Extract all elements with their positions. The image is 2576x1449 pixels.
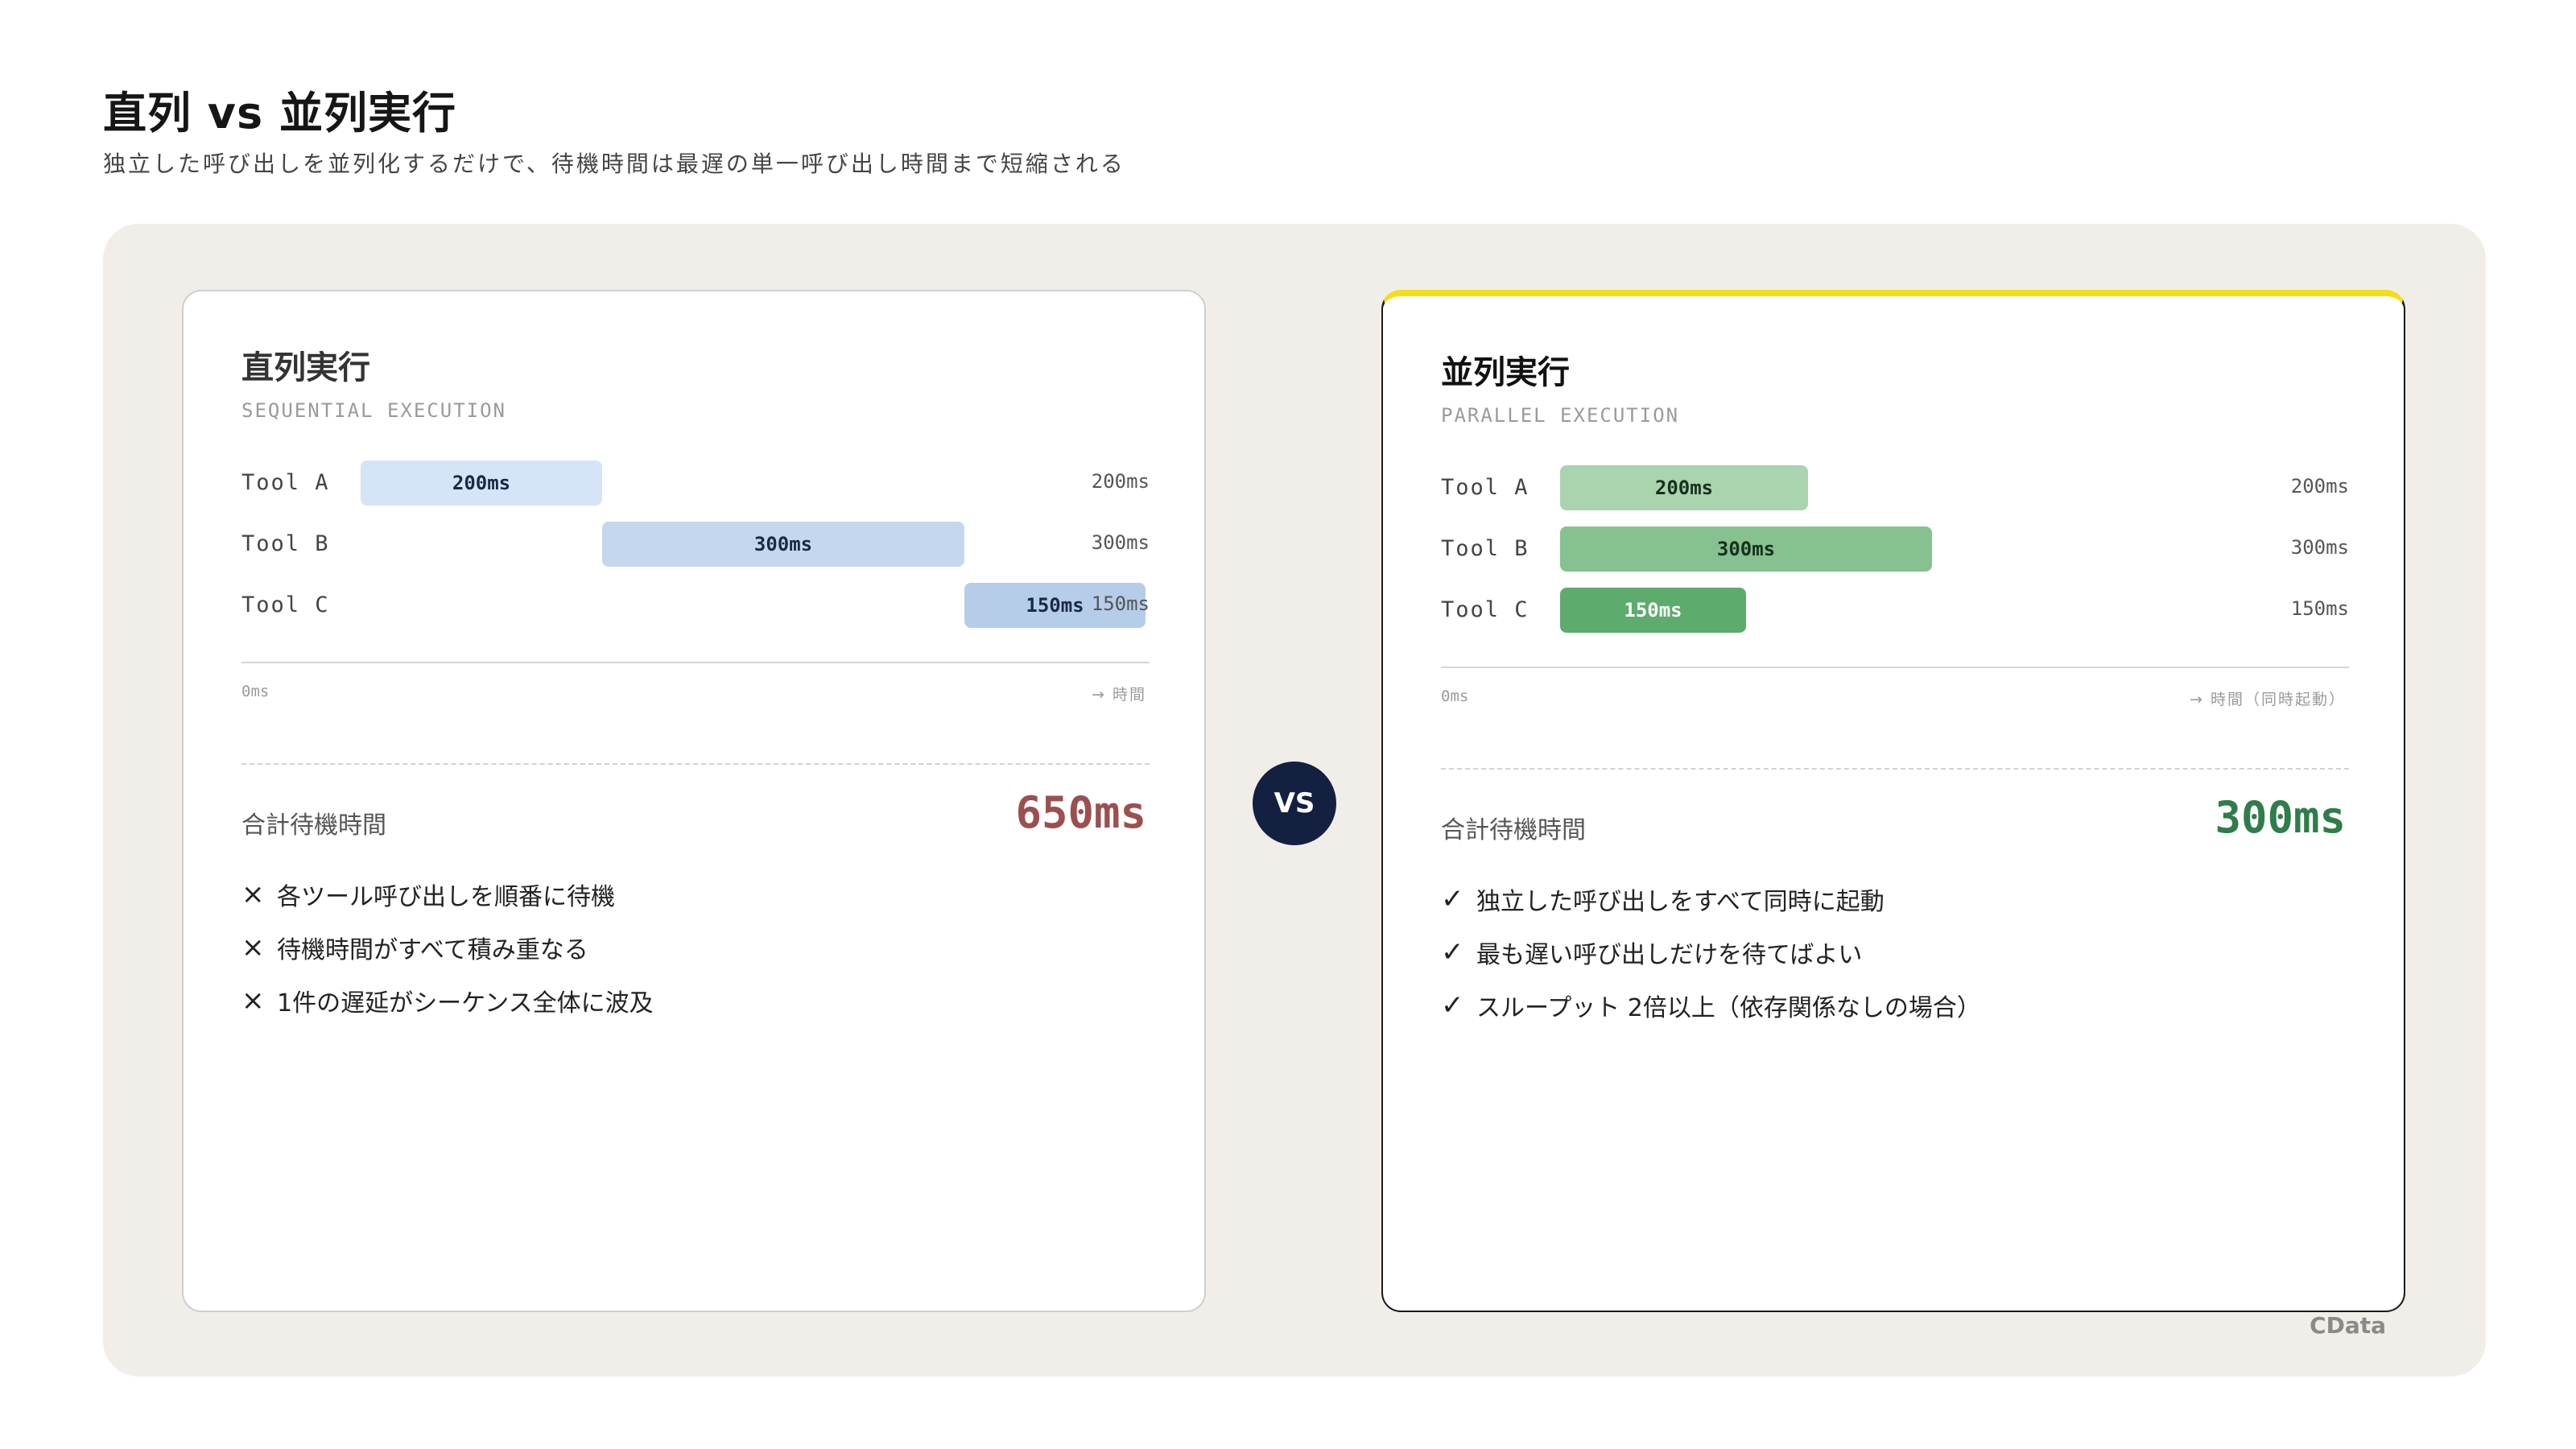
row-duration: 200ms bbox=[2290, 475, 2349, 497]
timeline-axis bbox=[1441, 667, 2349, 668]
check-icon: ✓ bbox=[1441, 989, 1464, 1022]
cross-icon: × bbox=[242, 931, 265, 964]
bar-label: 300ms bbox=[753, 533, 813, 555]
check-icon: ✓ bbox=[1441, 936, 1464, 968]
timeline-axis bbox=[242, 662, 1150, 663]
row-duration: 150ms bbox=[2290, 597, 2349, 620]
row-duration: 300ms bbox=[1091, 531, 1150, 554]
bar-label: 150ms bbox=[1026, 594, 1084, 617]
list-item: × 各ツール呼び出しを順番に待機 bbox=[242, 868, 654, 921]
vs-badge: VS bbox=[1253, 762, 1336, 845]
row-duration: 300ms bbox=[2290, 536, 2349, 559]
total-wait-value: 300ms bbox=[2215, 792, 2346, 843]
row-label: Tool B bbox=[1441, 536, 1530, 561]
bar-label: 150ms bbox=[1624, 599, 1682, 621]
total-wait-label: 合計待機時間 bbox=[1441, 816, 1586, 844]
bullet-text: 各ツール呼び出しを順番に待機 bbox=[277, 883, 615, 911]
timeline-bar: 200ms bbox=[361, 460, 602, 506]
timeline-row-tool-b: Tool B 300ms 300ms bbox=[242, 522, 1150, 568]
total-wait-value: 650ms bbox=[1015, 787, 1146, 838]
bullet-text: スループット 2倍以上（依存関係なしの場合） bbox=[1476, 994, 1981, 1022]
axis-time-label: → 時間（同時起動） bbox=[2190, 691, 2346, 708]
timeline-row-tool-b: Tool B 300ms 300ms bbox=[1441, 526, 2349, 573]
cross-icon: × bbox=[242, 985, 265, 1017]
bar-label: 200ms bbox=[452, 472, 511, 494]
sequential-panel: 直列実行 SEQUENTIAL EXECUTION Tool A 200ms 2… bbox=[182, 290, 1206, 1312]
timeline-bar: 300ms bbox=[602, 522, 964, 567]
brand-logo: CData bbox=[2310, 1312, 2386, 1339]
row-label: Tool A bbox=[242, 470, 330, 495]
page-subtitle: 独立した呼び出しを並列化するだけで、待機時間は最遅の単一呼び出し時間まで短縮され… bbox=[103, 151, 1125, 177]
cross-icon: × bbox=[242, 878, 265, 910]
bar-label: 200ms bbox=[1654, 477, 1714, 499]
timeline-bar: 150ms bbox=[1560, 588, 1746, 633]
timeline-row-tool-a: Tool A 200ms 200ms bbox=[242, 460, 1150, 507]
row-label: Tool C bbox=[242, 592, 330, 617]
timeline-row-tool-c: Tool C 150ms 150ms bbox=[1441, 588, 2349, 634]
page-title: 直列 vs 並列実行 bbox=[103, 88, 456, 138]
axis-zero-label: 0ms bbox=[242, 683, 270, 700]
list-item: × 1件の遅延がシーケンス全体に波及 bbox=[242, 974, 654, 1027]
sequential-subtitle: SEQUENTIAL EXECUTION bbox=[242, 399, 506, 422]
row-label: Tool C bbox=[1441, 597, 1530, 622]
axis-time-label: → 時間 bbox=[1092, 686, 1146, 704]
bullet-text: 独立した呼び出しをすべて同時に起動 bbox=[1476, 888, 1885, 916]
row-label: Tool B bbox=[242, 531, 330, 556]
row-label: Tool A bbox=[1441, 475, 1530, 500]
parallel-panel: 並列実行 PARALLEL EXECUTION Tool A 200ms 200… bbox=[1381, 290, 2405, 1312]
list-item: ✓ スループット 2倍以上（依存関係なしの場合） bbox=[1441, 979, 1981, 1032]
list-item: ✓ 最も遅い呼び出しだけを待てばよい bbox=[1441, 926, 1981, 979]
list-item: × 待機時間がすべて積み重なる bbox=[242, 921, 654, 974]
bar-label: 300ms bbox=[1716, 538, 1776, 560]
timeline-row-tool-a: Tool A 200ms 200ms bbox=[1441, 465, 2349, 512]
sequential-bullet-list: × 各ツール呼び出しを順番に待機 × 待機時間がすべて積み重なる × 1件の遅延がシー… bbox=[242, 868, 654, 1027]
parallel-subtitle: PARALLEL EXECUTION bbox=[1441, 404, 1680, 427]
timeline-bar: 300ms bbox=[1560, 526, 1932, 572]
axis-zero-label: 0ms bbox=[1441, 687, 1469, 705]
row-duration: 150ms bbox=[1091, 592, 1150, 615]
section-divider bbox=[1441, 768, 2349, 770]
timeline-bar: 200ms bbox=[1560, 465, 1808, 510]
sequential-title: 直列実行 bbox=[242, 349, 370, 386]
section-divider bbox=[242, 763, 1150, 765]
parallel-bullet-list: ✓ 独立した呼び出しをすべて同時に起動 ✓ 最も遅い呼び出しだけを待てばよい ✓ スル… bbox=[1441, 873, 1981, 1032]
bullet-text: 待機時間がすべて積み重なる bbox=[277, 936, 588, 964]
bullet-text: 1件の遅延がシーケンス全体に波及 bbox=[277, 989, 654, 1018]
row-duration: 200ms bbox=[1091, 470, 1150, 493]
bullet-text: 最も遅い呼び出しだけを待てばよい bbox=[1476, 941, 1863, 969]
parallel-title: 並列実行 bbox=[1441, 354, 1570, 391]
timeline-row-tool-c: Tool C 150ms 150ms bbox=[242, 583, 1150, 630]
check-icon: ✓ bbox=[1441, 883, 1464, 915]
total-wait-label: 合計待機時間 bbox=[242, 811, 386, 840]
list-item: ✓ 独立した呼び出しをすべて同時に起動 bbox=[1441, 873, 1981, 926]
